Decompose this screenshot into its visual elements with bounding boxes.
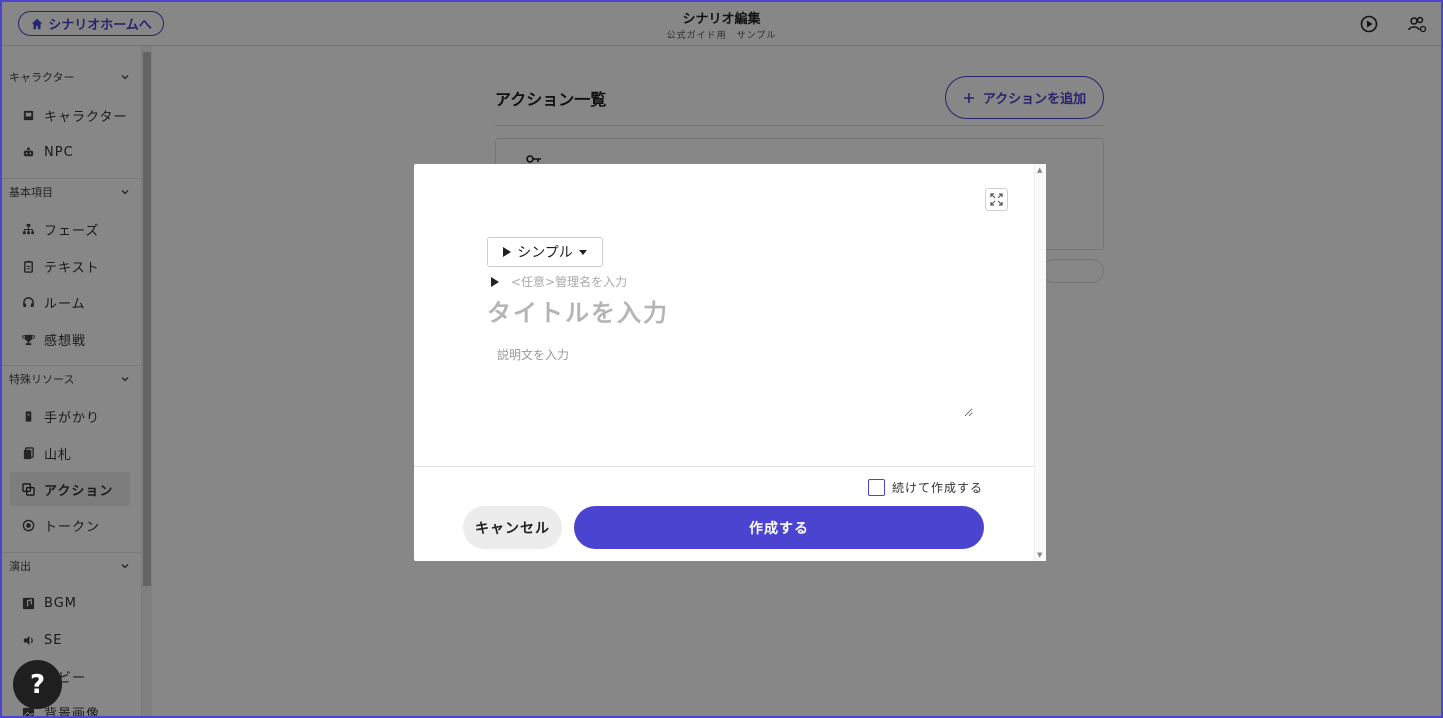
action-type-select[interactable]: シンプル: [487, 237, 603, 267]
action-type-value: シンプル: [517, 245, 573, 261]
scroll-down-arrow-icon[interactable]: ▼: [1037, 551, 1042, 559]
scroll-up-arrow-icon[interactable]: ▲: [1037, 166, 1042, 174]
management-name-row: [491, 274, 711, 290]
create-action-dialog: ▲ ▼ シンプル 続けて作成する キャンセル 作成する: [414, 164, 1046, 561]
caret-down-icon: [578, 249, 587, 255]
management-name-input[interactable]: [511, 275, 711, 289]
description-textarea[interactable]: [487, 340, 973, 417]
app-window: シナリオホームへ シナリオ編集 公式ガイド用 サンプル キャラクター キャラクタ…: [0, 0, 1443, 718]
expand-icon: [990, 193, 1003, 206]
create-button[interactable]: 作成する: [574, 506, 984, 549]
continue-create-option[interactable]: 続けて作成する: [868, 479, 983, 496]
expand-triangle-icon[interactable]: [491, 277, 499, 287]
title-input[interactable]: [487, 298, 967, 328]
help-button[interactable]: ?: [13, 660, 62, 709]
continue-create-label: 続けて作成する: [892, 481, 984, 495]
expand-button[interactable]: [985, 188, 1008, 211]
dialog-divider: [414, 466, 1034, 467]
play-triangle-icon: [503, 247, 512, 257]
cancel-button[interactable]: キャンセル: [463, 506, 562, 549]
continue-create-checkbox[interactable]: [868, 479, 885, 496]
dialog-scrollbar[interactable]: ▲ ▼: [1034, 164, 1046, 561]
